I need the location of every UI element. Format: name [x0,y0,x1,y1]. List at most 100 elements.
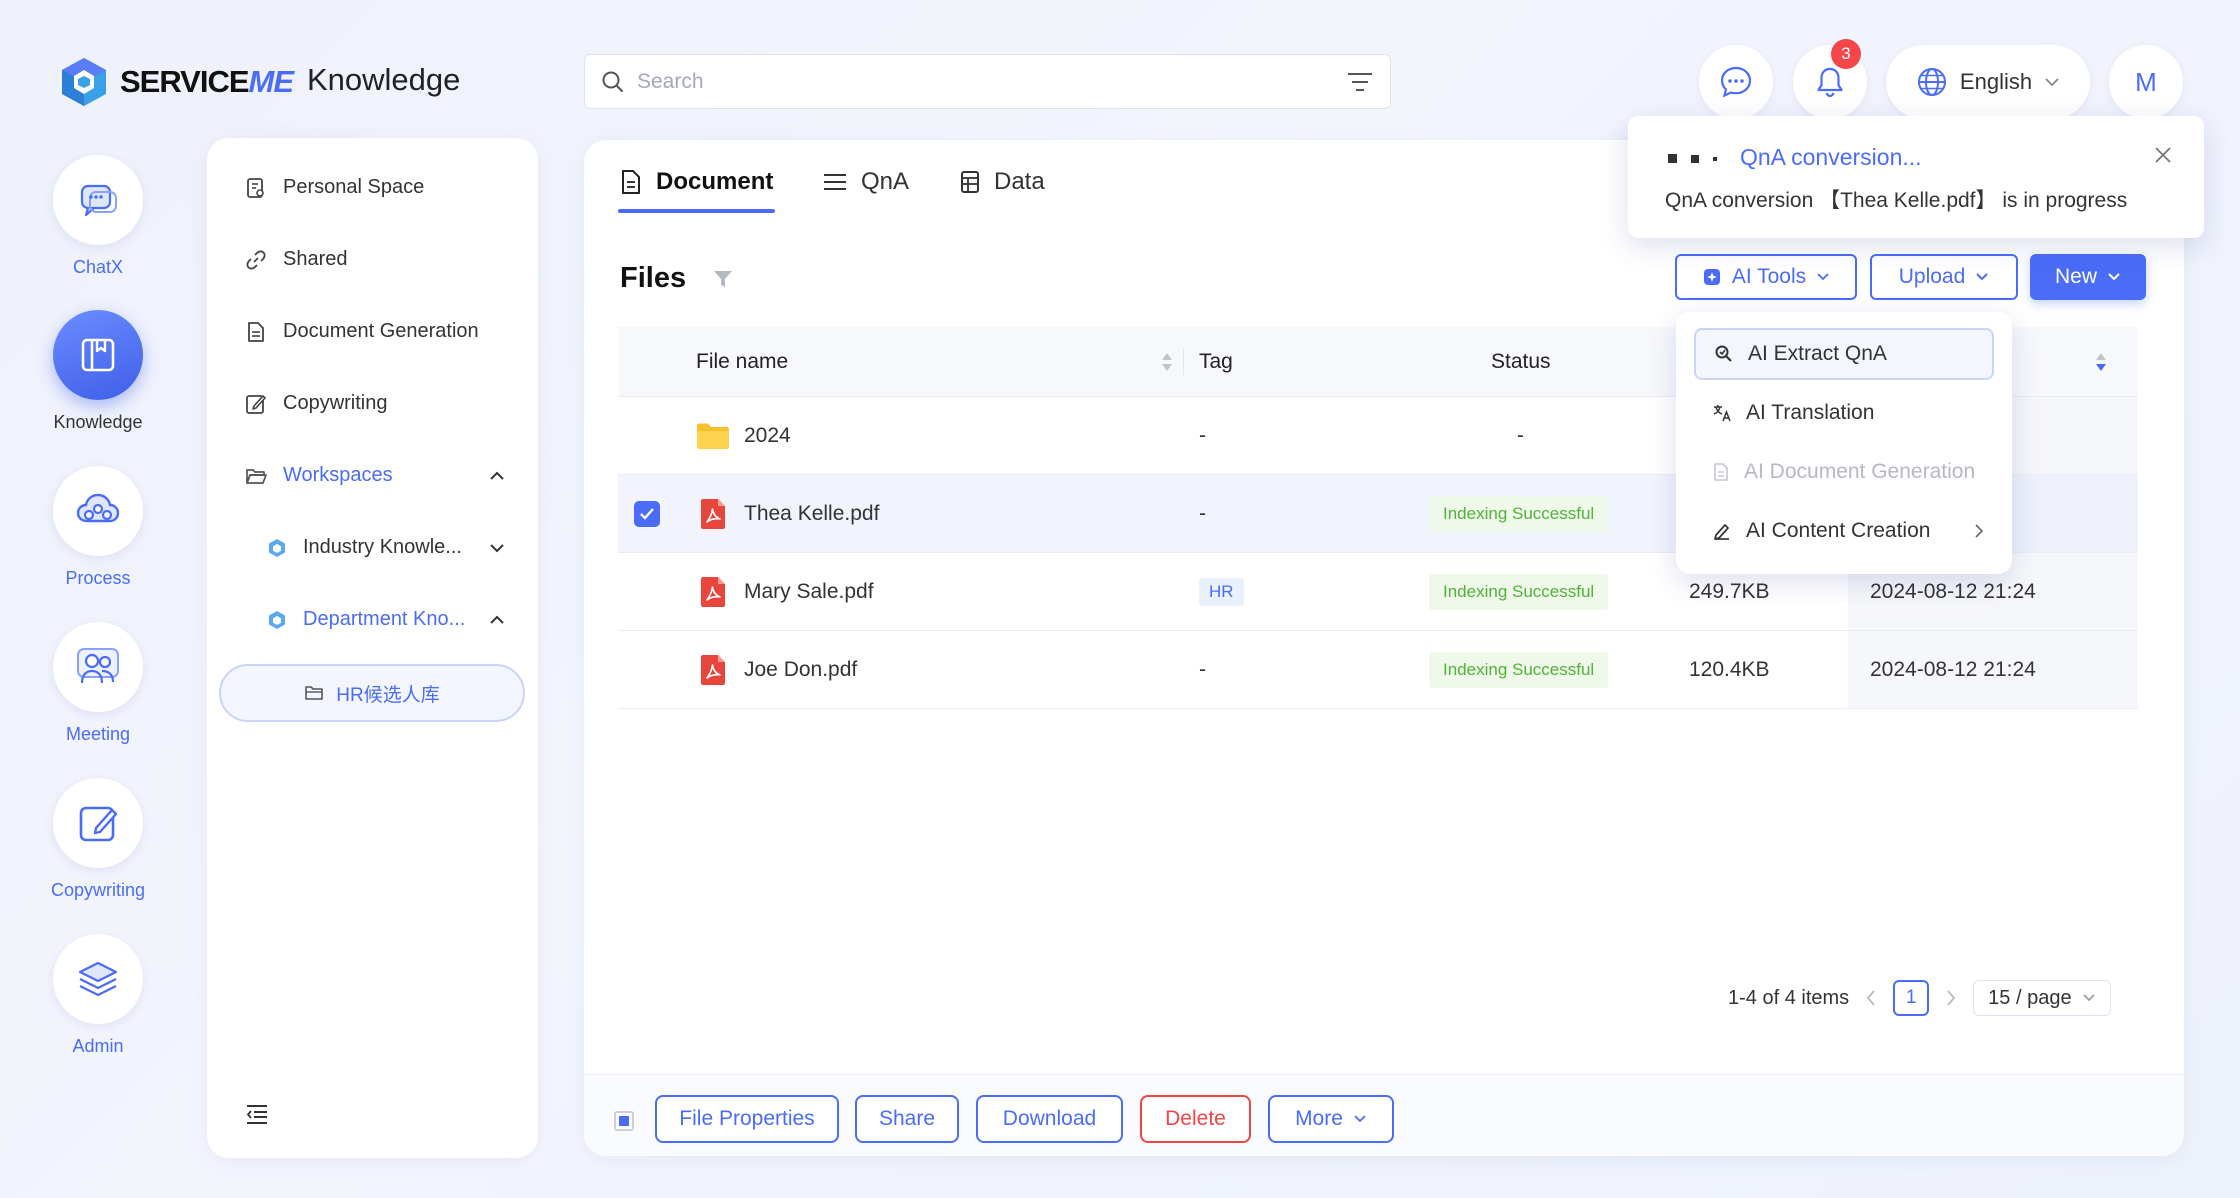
menu-label: AI Translation [1746,401,1875,424]
row-checkbox[interactable] [634,475,660,552]
rail-item-chatx[interactable]: ChatX [50,155,146,278]
notifications-button[interactable]: 3 [1793,39,1867,119]
rail-item-meeting[interactable]: Meeting [50,622,146,745]
nav-item-department-knowledge[interactable]: Department Kno... [267,608,505,631]
pdf-icon-cell [699,475,727,552]
chevron-right-icon [1975,524,1984,538]
page-size-select[interactable]: 15 / page [1973,980,2111,1016]
nav-label: Department Kno... [303,608,466,630]
file-tag-badge[interactable]: HR [1199,577,1244,606]
nav-item-personal-space[interactable]: Personal Space [245,176,424,199]
file-name[interactable]: 2024 [744,397,791,474]
nav-item-copywriting[interactable]: Copywriting [245,392,387,415]
document-icon [622,170,640,194]
file-name[interactable]: Mary Sale.pdf [744,553,874,630]
upload-button[interactable]: Upload [1870,254,2018,300]
cloud-network-icon [76,493,120,523]
rail-item-knowledge[interactable]: Knowledge [50,310,146,433]
language-selector[interactable]: English [1886,45,2090,119]
table-row[interactable]: Joe Don.pdf - Indexing Successful 120.4K… [618,631,2138,709]
header-file-name[interactable]: File name [696,327,788,396]
pagination: 1-4 of 4 items 1 15 / page [1728,980,2111,1016]
nav-item-hr-library[interactable]: HR候选人库 [219,664,525,722]
file-name[interactable]: Thea Kelle.pdf [744,475,879,552]
file-properties-button[interactable]: File Properties [655,1095,839,1143]
page-number-current[interactable]: 1 [1893,980,1930,1016]
chevron-right-icon[interactable] [1945,989,1957,1007]
progress-notification: QnA conversion... QnA conversion 【Thea K… [1628,116,2204,238]
search-bar[interactable] [584,54,1391,109]
rail-circle [53,310,143,400]
file-status: - [1517,423,1524,447]
status-badge: Indexing Successful [1429,573,1609,610]
close-icon[interactable] [2154,146,2172,164]
sort-desc-icon[interactable] [2094,351,2108,373]
rail-label: ChatX [72,257,124,277]
edit-icon [246,394,266,414]
search-input[interactable] [637,69,1346,94]
rail-circle [53,934,143,1024]
select-all-checkbox[interactable] [614,1111,634,1131]
search-icon [602,71,623,92]
nav-item-industry-knowledge[interactable]: Industry Knowle... [267,536,505,559]
brand-logo[interactable]: SERVICEME [60,56,294,108]
globe-icon [1917,68,1946,96]
tab-qna[interactable]: QnA [823,168,909,196]
rail-circle [53,466,143,556]
collapse-menu-icon[interactable] [245,1103,269,1125]
nav-item-workspaces[interactable]: Workspaces [245,464,505,487]
nav-item-shared[interactable]: Shared [245,248,348,271]
user-avatar[interactable]: M [2109,45,2183,119]
pdf-file-icon [701,498,725,529]
checkbox-checked[interactable] [634,500,660,527]
files-title: Files [620,262,687,294]
tab-document[interactable]: Document [620,168,773,196]
menu-item-ai-extract-qna[interactable]: AI Extract QnA [1694,328,1994,380]
notification-count-badge: 3 [1831,39,1861,69]
language-label: English [1959,69,2033,94]
more-button[interactable]: More [1268,1095,1394,1143]
button-label: File Properties [679,1107,815,1130]
menu-item-ai-content-creation[interactable]: AI Content Creation [1694,505,1994,557]
header-status[interactable]: Status [1491,327,1551,396]
check-icon [640,507,654,520]
chevron-down-icon [2045,78,2059,87]
chevron-up-icon [490,471,504,480]
new-button[interactable]: New [2030,254,2146,300]
workspace-cube-icon [269,538,285,557]
file-tag: - [1199,423,1206,447]
sort-icon[interactable] [1160,351,1174,373]
tab-data[interactable]: Data [960,168,1045,196]
rail-circle [53,622,143,712]
status-badge: Indexing Successful [1429,495,1609,532]
header-tag[interactable]: Tag [1199,327,1233,396]
menu-label: AI Extract QnA [1748,342,1887,365]
share-button[interactable]: Share [855,1095,959,1143]
delete-button[interactable]: Delete [1140,1095,1251,1143]
ai-tools-button[interactable]: AI Tools [1675,254,1857,300]
button-label: More [1295,1107,1343,1130]
notification-title: QnA conversion... [1740,144,1922,170]
file-tag: - [1199,657,1206,681]
loading-dots-icon [1668,154,1717,163]
column-divider [1183,349,1184,375]
folder-open-icon [246,468,267,484]
tab-label: Data [994,168,1045,195]
nav-label: Workspaces [283,464,393,486]
rail-item-process[interactable]: Process [50,466,146,589]
rail-item-admin[interactable]: Admin [50,934,146,1057]
chat-messages-button[interactable] [1699,45,1773,119]
rail-item-copywriting[interactable]: Copywriting [50,778,146,901]
nav-item-document-generation[interactable]: Document Generation [245,320,479,343]
filter-icon[interactable] [712,268,734,290]
filter-lines-icon[interactable] [1346,70,1374,94]
pdf-file-icon [701,576,725,607]
qna-extract-icon [1715,345,1732,362]
menu-item-ai-translation[interactable]: AI Translation [1694,387,1994,439]
chevron-left-icon[interactable] [1865,989,1877,1007]
file-name[interactable]: Joe Don.pdf [744,631,857,708]
rail-label: Meeting [65,724,131,744]
download-button[interactable]: Download [976,1095,1123,1143]
link-icon [246,250,266,269]
chevron-down-icon [1817,273,1829,281]
